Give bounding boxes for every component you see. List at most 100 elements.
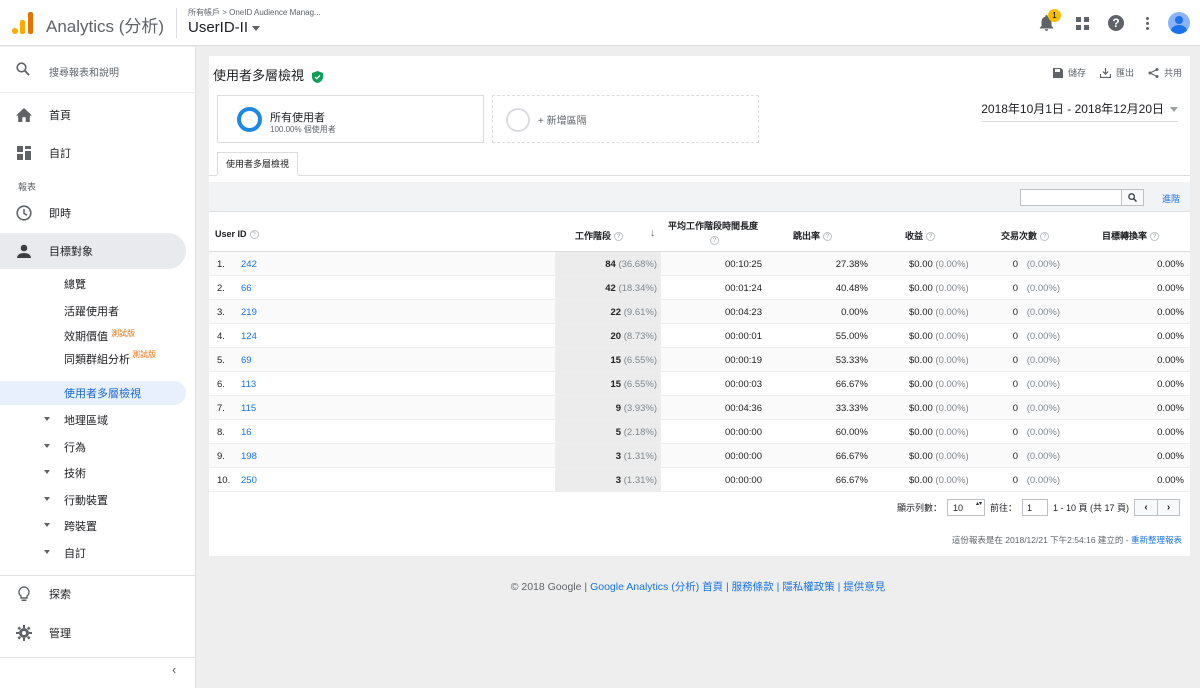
- user-id-link[interactable]: 113: [241, 379, 256, 390]
- sidebar-item-label: 管理: [49, 628, 71, 640]
- table-row: 3. 219 22 (9.61%) 00:04:23 0.00% $0.00 (0.00%…: [209, 300, 1190, 324]
- segment-percentage: 100.00% 個使用者: [270, 125, 336, 134]
- notifications-button[interactable]: 1: [1035, 9, 1061, 34]
- date-range-picker[interactable]: 2018年10月1日 - 2018年12月20日: [981, 100, 1178, 122]
- avg-duration-cell: 00:10:25: [725, 259, 762, 270]
- sidebar-sub-label: 地理區域: [64, 415, 108, 427]
- bounce-rate-cell: 60.00%: [835, 427, 868, 438]
- lightbulb-icon: [16, 586, 32, 602]
- user-id-link[interactable]: 16: [241, 427, 252, 438]
- sidebar-sub-label: 行動裝置: [64, 495, 108, 507]
- expand-arrow-icon: [44, 444, 50, 448]
- sidebar-item-home[interactable]: 首頁: [0, 97, 186, 133]
- analytics-logo-icon[interactable]: [12, 12, 34, 34]
- sidebar-item-discover[interactable]: 探索: [0, 576, 186, 612]
- revenue-cell: $0.00 (0.00%): [909, 355, 969, 366]
- column-header-sessions[interactable]: 工作階段?: [575, 229, 624, 242]
- sidebar-sub-behavior[interactable]: 行為: [0, 435, 186, 459]
- table-row: 8. 16 5 (2.18%) 00:00:00 60.00% $0.00 (0.00%)…: [209, 420, 1190, 444]
- sidebar-sub-cohort[interactable]: 同類群組分析 測試版: [0, 349, 186, 375]
- sidebar-item-custom[interactable]: 自訂: [0, 135, 186, 171]
- clock-icon: [16, 205, 32, 221]
- add-segment-card[interactable]: + 新增區隔: [492, 95, 759, 143]
- rows-per-page-select[interactable]: 10: [946, 499, 985, 516]
- share-button[interactable]: 共用: [1148, 66, 1182, 79]
- row-number: 9.: [217, 451, 225, 462]
- sidebar-sub-geo[interactable]: 地理區域: [0, 408, 186, 432]
- sidebar-sub-label: 行為: [64, 442, 86, 454]
- footer-links[interactable]: Google Analytics (分析) 首頁 | 服務條款 | 隱私權政策 …: [590, 581, 885, 593]
- account-button[interactable]: [1168, 12, 1190, 34]
- user-id-link[interactable]: 66: [241, 283, 252, 294]
- sidebar-sub-user-explorer[interactable]: 使用者多層檢視: [0, 381, 186, 405]
- sidebar-sub-custom[interactable]: 自訂: [0, 541, 186, 565]
- help-icon[interactable]: ?: [249, 230, 259, 240]
- table-search-button[interactable]: [1121, 190, 1143, 205]
- help-icon[interactable]: ?: [614, 232, 624, 242]
- next-page-button[interactable]: ›: [1157, 500, 1179, 515]
- column-header-avg-duration[interactable]: 平均工作階段時間長度?: [665, 219, 761, 245]
- sidebar-sub-overview[interactable]: 總覽: [0, 272, 186, 296]
- help-icon[interactable]: ?: [926, 232, 936, 242]
- apps-button[interactable]: [1071, 12, 1093, 34]
- table-search-input[interactable]: [1020, 189, 1144, 206]
- conversion-rate-cell: 0.00%: [1157, 403, 1184, 414]
- refresh-report-link[interactable]: 重新整理報表: [1131, 535, 1182, 545]
- user-id-link[interactable]: 115: [241, 403, 256, 414]
- sidebar-item-label: 自訂: [49, 148, 71, 160]
- user-id-link[interactable]: 250: [241, 475, 257, 486]
- report-actions: 儲存 匯出 共用: [1052, 66, 1182, 79]
- transactions-cell: 0 (0.00%): [1012, 451, 1060, 462]
- column-header-conversion-rate[interactable]: 目標轉換率?: [1102, 229, 1160, 242]
- help-icon[interactable]: ?: [710, 236, 719, 245]
- account-breadcrumb[interactable]: 所有帳戶 > OneID Audience Manag...: [188, 7, 321, 18]
- collapse-sidebar-chevron-icon[interactable]: ‹: [172, 662, 176, 677]
- export-button[interactable]: 匯出: [1099, 66, 1134, 79]
- user-id-link[interactable]: 219: [241, 307, 257, 318]
- conversion-rate-cell: 0.00%: [1157, 451, 1184, 462]
- user-id-link[interactable]: 69: [241, 355, 252, 366]
- conversion-rate-cell: 0.00%: [1157, 259, 1184, 270]
- sidebar-item-admin[interactable]: 管理: [0, 615, 186, 651]
- more-menu-button[interactable]: [1136, 12, 1158, 34]
- chevron-down-icon: [252, 25, 260, 31]
- download-icon: [1099, 67, 1111, 78]
- column-header-transactions[interactable]: 交易次數?: [1001, 229, 1050, 242]
- tab-user-explorer[interactable]: 使用者多層檢視: [217, 152, 299, 176]
- sort-descending-arrow-icon[interactable]: ↓: [650, 227, 656, 239]
- view-selector[interactable]: UserID-II: [188, 19, 260, 36]
- sidebar-sub-active-users[interactable]: 活躍使用者: [0, 299, 186, 323]
- revenue-cell: $0.00 (0.00%): [909, 379, 969, 390]
- user-id-link[interactable]: 124: [241, 331, 257, 342]
- sidebar-item-audience[interactable]: 目標對象: [0, 233, 186, 269]
- sidebar-sub-label: 跨裝置: [64, 521, 97, 533]
- column-header-revenue[interactable]: 收益?: [905, 229, 936, 242]
- app-title[interactable]: Analytics (分析): [46, 12, 164, 37]
- column-header-user-id[interactable]: User ID?: [215, 229, 259, 240]
- bounce-rate-cell: 40.48%: [835, 283, 868, 294]
- help-button[interactable]: ?: [1105, 12, 1127, 34]
- sidebar-sub-technology[interactable]: 技術: [0, 461, 186, 485]
- sidebar-sub-lifetime-value[interactable]: 效期價值 測試版: [0, 324, 186, 348]
- sidebar-sub-mobile[interactable]: 行動裝置: [0, 488, 186, 512]
- table-row: 1. 242 84 (36.68%) 00:10:25 27.38% $0.00 (0.0…: [209, 252, 1190, 276]
- bounce-rate-cell: 55.00%: [835, 331, 868, 342]
- help-icon[interactable]: ?: [1150, 232, 1160, 242]
- advanced-filter-link[interactable]: 進階: [1162, 192, 1180, 205]
- user-id-link[interactable]: 242: [241, 259, 257, 270]
- save-label: 儲存: [1067, 68, 1086, 78]
- avg-duration-cell: 00:04:23: [725, 307, 762, 318]
- sidebar-sub-cross-device[interactable]: 跨裝置: [0, 514, 186, 538]
- help-icon[interactable]: ?: [1040, 232, 1050, 242]
- sidebar-item-realtime[interactable]: 即時: [0, 195, 186, 231]
- segment-card-all-users[interactable]: 所有使用者 100.00% 個使用者: [217, 95, 484, 143]
- goto-page-input[interactable]: 1: [1021, 499, 1048, 516]
- sidebar-sub-label: 效期價值: [64, 331, 108, 343]
- help-icon[interactable]: ?: [823, 232, 833, 242]
- sidebar-search[interactable]: 搜尋報表和說明: [0, 47, 196, 93]
- notification-badge: 1: [1048, 9, 1061, 22]
- prev-page-button[interactable]: ‹: [1135, 500, 1157, 515]
- save-button[interactable]: 儲存: [1052, 66, 1086, 79]
- column-header-bounce-rate[interactable]: 跳出率?: [793, 229, 833, 242]
- user-id-link[interactable]: 198: [241, 451, 257, 462]
